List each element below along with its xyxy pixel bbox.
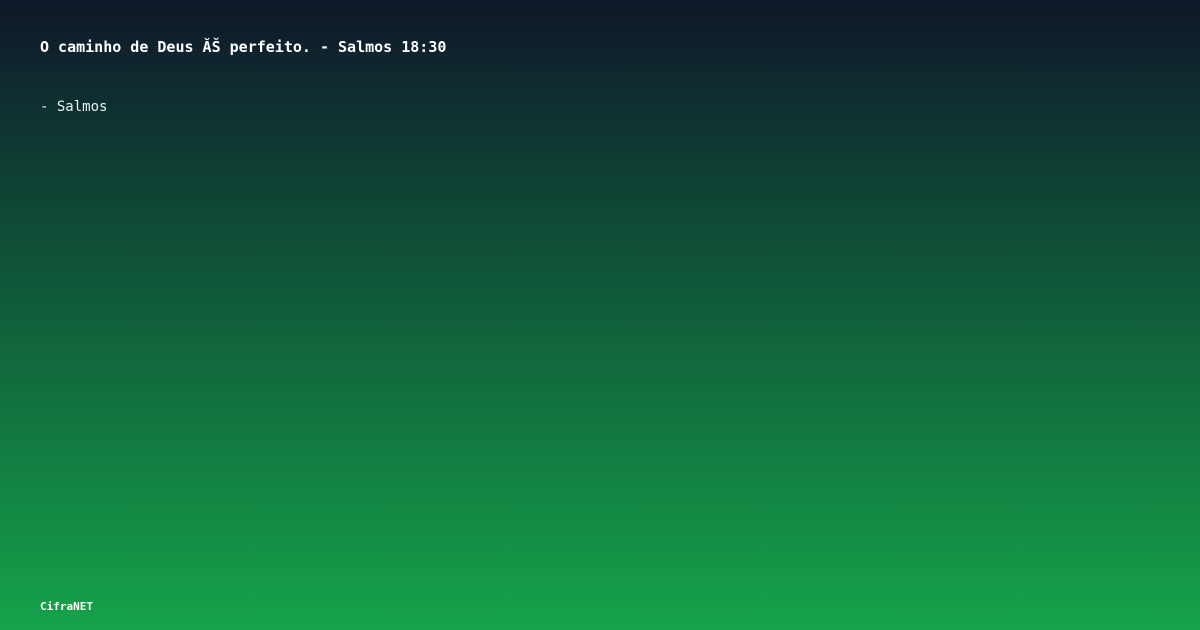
quote-text: O caminho de Deus ĂŠ perfeito. - Salmos … [40, 38, 447, 56]
brand-name: CifraNET [40, 600, 93, 613]
quote-author: - Salmos [40, 99, 108, 115]
quote-card: O caminho de Deus ĂŠ perfeito. - Salmos … [0, 0, 1200, 630]
